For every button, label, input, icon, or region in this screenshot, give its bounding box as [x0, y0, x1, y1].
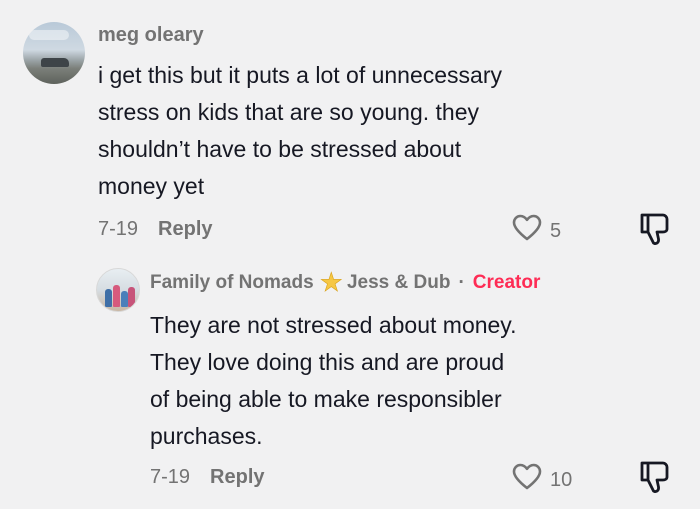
reply-author-row: Family of Nomads ★ Jess & Dub · Creator	[150, 267, 541, 297]
dislike-button[interactable]	[638, 460, 670, 499]
comment-date: 7-19	[98, 218, 139, 240]
like-button[interactable]: 10	[512, 463, 572, 497]
avatar[interactable]	[96, 268, 140, 312]
reply-meta: 7-19 Reply	[150, 466, 265, 489]
heart-outline-icon	[512, 463, 542, 497]
separator-dot: ·	[458, 272, 465, 293]
avatar[interactable]	[23, 22, 85, 84]
star-icon: ★	[319, 267, 343, 297]
reply-username-suffix[interactable]: Jess & Dub	[347, 272, 450, 294]
like-count: 10	[550, 468, 573, 491]
thumbs-down-icon	[638, 213, 670, 250]
reply-button[interactable]: Reply	[210, 466, 264, 489]
reply-username[interactable]: Family of Nomads	[150, 272, 314, 294]
reply-text: They are not stressed about money. They …	[150, 312, 517, 449]
creator-badge: Creator	[472, 272, 541, 293]
like-count: 5	[550, 219, 562, 242]
reply-button[interactable]: Reply	[158, 218, 212, 241]
comment-text: i get this but it puts a lot of unnecess…	[98, 62, 503, 199]
comment-item: meg oleary i get this but it puts a lot …	[0, 0, 700, 250]
like-button[interactable]: 5	[512, 214, 561, 248]
reply-item: Family of Nomads ★ Jess & Dub · Creator …	[0, 250, 700, 509]
dislike-button[interactable]	[638, 212, 670, 251]
reply-date: 7-19	[150, 466, 191, 488]
comment-username[interactable]: meg oleary	[98, 24, 204, 47]
comment-meta: 7-19 Reply	[98, 218, 213, 241]
thumbs-down-icon	[638, 461, 670, 498]
heart-outline-icon	[512, 214, 542, 248]
